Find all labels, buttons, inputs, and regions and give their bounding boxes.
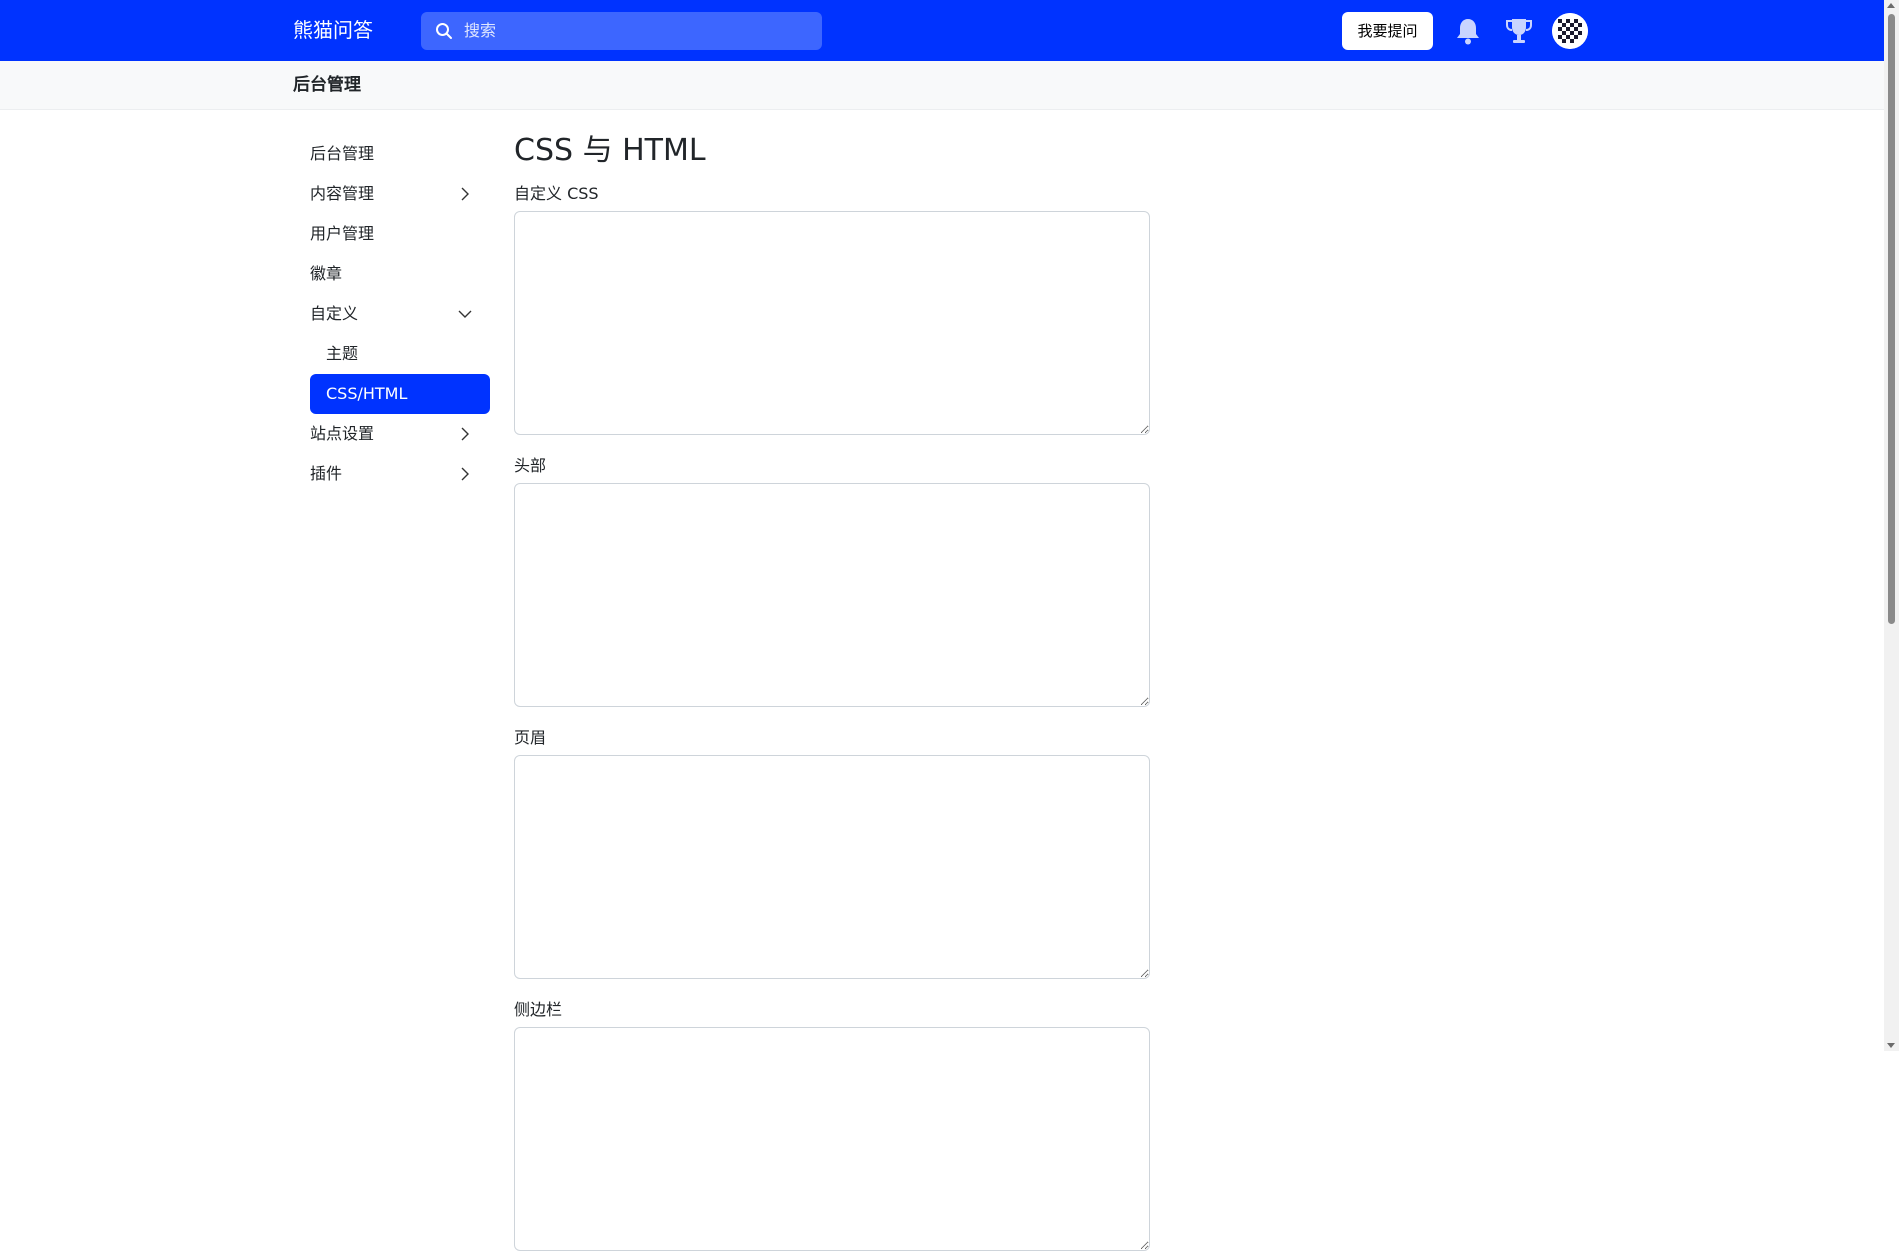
search-input[interactable]: 搜索	[464, 12, 496, 50]
chevron-right-icon	[461, 467, 469, 481]
sidebar-item-css-html[interactable]: CSS/HTML	[310, 374, 490, 414]
page-title: CSS 与 HTML	[514, 133, 706, 168]
sidebar-item-site-settings[interactable]: 站点设置	[310, 414, 490, 454]
sidebar-item-label: 主题	[326, 344, 359, 363]
top-navbar: 熊猫问答 搜索 我要提问	[0, 0, 1884, 61]
trophy-icon[interactable]	[1506, 17, 1532, 45]
chevron-right-icon	[461, 187, 469, 201]
sidebar-item-label: 站点设置	[310, 424, 375, 443]
ask-question-button[interactable]: 我要提问	[1342, 12, 1433, 50]
search-icon	[436, 23, 452, 39]
admin-sidebar: 后台管理 内容管理 用户管理 徽章 自定义 主题 CSS/HTML 站点设置 插…	[310, 134, 490, 494]
sidebar-item-label: 后台管理	[310, 144, 375, 163]
sidebar-html-label: 侧边栏	[514, 1000, 563, 1019]
avatar-pattern-icon	[1552, 13, 1588, 49]
sidebar-item-plugins[interactable]: 插件	[310, 454, 490, 494]
custom-css-textarea[interactable]	[514, 211, 1150, 435]
scroll-up-icon[interactable]	[1887, 3, 1895, 8]
sidebar-item-content[interactable]: 内容管理	[310, 174, 490, 214]
sidebar-item-label: 用户管理	[310, 224, 375, 243]
brand-logo[interactable]: 熊猫问答	[293, 0, 373, 61]
admin-subheader: 后台管理	[0, 61, 1884, 110]
chevron-right-icon	[461, 427, 469, 441]
custom-css-label: 自定义 CSS	[514, 184, 599, 203]
sidebar-html-textarea[interactable]	[514, 1027, 1150, 1251]
scroll-thumb[interactable]	[1888, 14, 1895, 624]
header-textarea[interactable]	[514, 755, 1150, 979]
head-label: 头部	[514, 456, 547, 475]
search-box[interactable]: 搜索	[421, 12, 822, 50]
sidebar-item-label: 插件	[310, 464, 343, 483]
sidebar-item-dashboard[interactable]: 后台管理	[310, 134, 490, 174]
header-label: 页眉	[514, 728, 547, 747]
sidebar-item-label: CSS/HTML	[326, 384, 408, 403]
main-content: CSS 与 HTML 自定义 CSS 头部 页眉 侧边栏	[514, 130, 1150, 1251]
sidebar-item-label: 徽章	[310, 264, 343, 283]
sidebar-item-badges[interactable]: 徽章	[310, 254, 490, 294]
subheader-title: 后台管理	[293, 75, 361, 95]
sidebar-item-label: 内容管理	[310, 184, 375, 203]
sidebar-item-customize[interactable]: 自定义	[310, 294, 490, 334]
chevron-down-icon	[458, 310, 472, 318]
page-scrollbar[interactable]	[1884, 0, 1899, 1051]
bell-icon[interactable]	[1455, 17, 1481, 45]
sidebar-item-label: 自定义	[310, 304, 359, 323]
head-textarea[interactable]	[514, 483, 1150, 707]
sidebar-item-users[interactable]: 用户管理	[310, 214, 490, 254]
scroll-down-icon[interactable]	[1887, 1043, 1895, 1048]
user-avatar[interactable]	[1552, 13, 1588, 49]
sidebar-item-theme[interactable]: 主题	[310, 334, 490, 374]
